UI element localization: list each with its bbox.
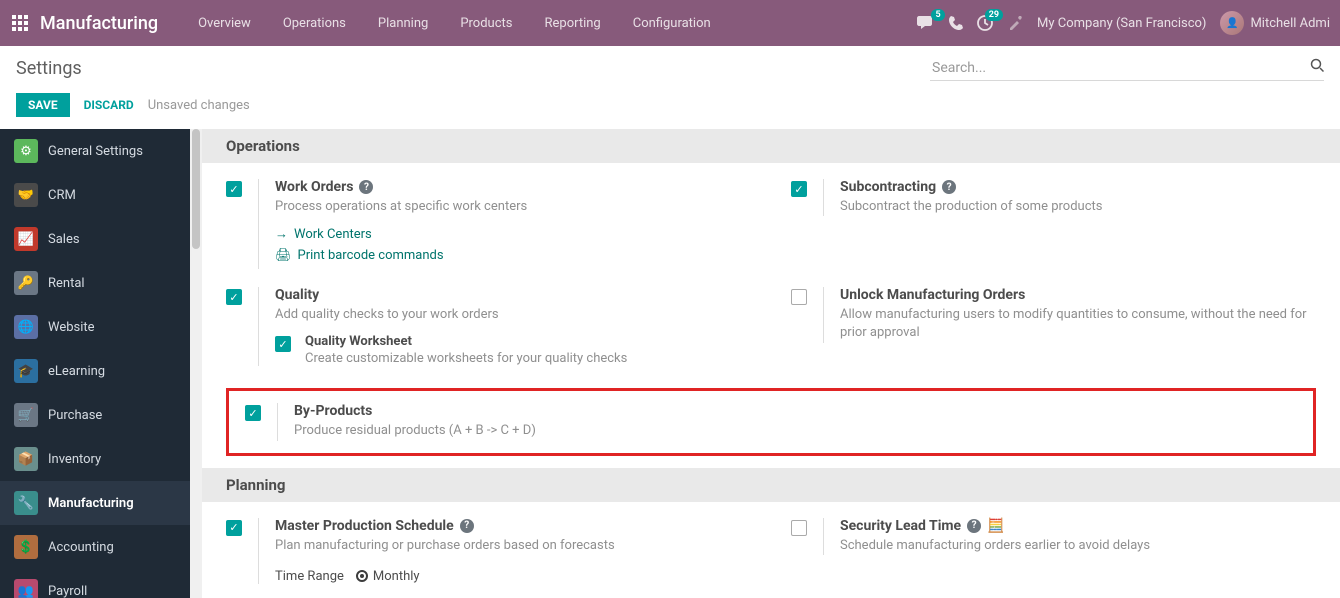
opt-desc-security: Schedule manufacturing orders earlier to… [840, 537, 1316, 555]
checkbox-security-lead[interactable] [791, 520, 807, 536]
sidebar-item-purchase[interactable]: 🛒 Purchase [0, 393, 190, 437]
graduation-icon: 🎓 [14, 359, 38, 383]
time-range-label: Time Range [275, 569, 344, 584]
globe-icon: 🌐 [14, 315, 38, 339]
wrench-icon: 🔧 [14, 491, 38, 515]
search-input[interactable] [930, 56, 1324, 81]
apps-icon[interactable] [0, 15, 40, 31]
link-work-centers[interactable]: →Work Centers [275, 226, 751, 242]
settings-sidebar: ⚙ General Settings 🤝 CRM 📈 Sales 🔑 Rental 🌐 W… [0, 129, 190, 598]
sidebar-item-label: Manufacturing [48, 496, 134, 511]
radio-monthly[interactable]: Monthly [356, 569, 420, 584]
opt-title-unlock: Unlock Manufacturing Orders [840, 287, 1025, 303]
module-name[interactable]: Manufacturing [40, 13, 182, 34]
chart-icon: 📈 [14, 227, 38, 251]
nav-overview[interactable]: Overview [182, 2, 267, 45]
sidebar-item-label: CRM [48, 188, 76, 203]
nav-configuration[interactable]: Configuration [617, 2, 727, 45]
page-title: Settings [16, 58, 82, 79]
avatar: 👤 [1220, 11, 1244, 35]
calculator-icon[interactable]: 🧮 [987, 518, 1004, 534]
sidebar-item-crm[interactable]: 🤝 CRM [0, 173, 190, 217]
help-icon[interactable]: ? [359, 180, 373, 194]
save-button[interactable]: SAVE [16, 93, 70, 117]
nav-products[interactable]: Products [444, 2, 528, 45]
sidebar-item-manufacturing[interactable]: 🔧 Manufacturing [0, 481, 190, 525]
sidebar-item-website[interactable]: 🌐 Website [0, 305, 190, 349]
user-name: Mitchell Admi [1250, 16, 1330, 31]
byproducts-highlight: ✓ By-Products Produce residual products … [226, 388, 1316, 455]
tools-icon[interactable] [1007, 15, 1023, 31]
checkbox-unlock[interactable] [791, 289, 807, 305]
sidebar-item-label: Inventory [48, 452, 101, 467]
phone-icon[interactable] [949, 16, 963, 30]
subopt-desc-quality-worksheet: Create customizable worksheets for your … [305, 351, 627, 366]
sidebar-item-elearning[interactable]: 🎓 eLearning [0, 349, 190, 393]
opt-desc-unlock: Allow manufacturing users to modify quan… [840, 306, 1316, 342]
sidebar-scrollbar[interactable] [190, 129, 202, 598]
help-icon[interactable]: ? [942, 180, 956, 194]
checkbox-work-orders[interactable]: ✓ [226, 181, 242, 197]
sidebar-item-general-settings[interactable]: ⚙ General Settings [0, 129, 190, 173]
sidebar-item-accounting[interactable]: 💲 Accounting [0, 525, 190, 569]
help-icon[interactable]: ? [967, 519, 981, 533]
help-icon[interactable]: ? [460, 519, 474, 533]
gear-icon: ⚙ [14, 139, 38, 163]
opt-desc-mps: Plan manufacturing or purchase orders ba… [275, 537, 751, 555]
sidebar-item-label: Website [48, 320, 95, 335]
sidebar-item-label: General Settings [48, 144, 143, 159]
opt-title-byproducts: By-Products [294, 403, 372, 419]
people-icon: 👥 [14, 579, 38, 598]
sidebar-item-label: Payroll [48, 584, 87, 598]
sidebar-item-label: eLearning [48, 364, 105, 379]
section-operations: Operations [202, 129, 1340, 163]
activity-badge: 29 [985, 9, 1003, 21]
checkbox-quality-worksheet[interactable]: ✓ [275, 336, 291, 352]
sidebar-item-sales[interactable]: 📈 Sales [0, 217, 190, 261]
section-planning: Planning [202, 468, 1340, 502]
sidebar-item-label: Purchase [48, 408, 102, 423]
opt-title-work-orders: Work Orders [275, 179, 353, 195]
sidebar-item-rental[interactable]: 🔑 Rental [0, 261, 190, 305]
sidebar-item-inventory[interactable]: 📦 Inventory [0, 437, 190, 481]
discard-button[interactable]: DISCARD [84, 98, 134, 112]
checkbox-mps[interactable]: ✓ [226, 520, 242, 536]
link-print-barcode[interactable]: 🖨Print barcode commands [275, 248, 751, 263]
cart-icon: 🛒 [14, 403, 38, 427]
handshake-icon: 🤝 [14, 183, 38, 207]
sidebar-item-label: Accounting [48, 540, 114, 555]
user-menu[interactable]: 👤 Mitchell Admi [1220, 11, 1330, 35]
checkbox-byproducts[interactable]: ✓ [245, 405, 261, 421]
opt-title-subcontracting: Subcontracting [840, 179, 936, 195]
company-selector[interactable]: My Company (San Francisco) [1037, 16, 1206, 31]
box-icon: 📦 [14, 447, 38, 471]
nav-operations[interactable]: Operations [267, 2, 362, 45]
sidebar-item-label: Sales [48, 232, 80, 247]
search-icon[interactable] [1310, 58, 1324, 72]
nav-planning[interactable]: Planning [362, 2, 444, 45]
checkbox-subcontracting[interactable]: ✓ [791, 181, 807, 197]
opt-desc-byproducts: Produce residual products (A + B -> C + … [294, 422, 1297, 440]
subopt-title-quality-worksheet: Quality Worksheet [305, 334, 627, 349]
print-icon: 🖨 [275, 248, 292, 263]
unsaved-text: Unsaved changes [148, 98, 250, 113]
opt-desc-quality: Add quality checks to your work orders [275, 306, 751, 324]
sidebar-item-label: Rental [48, 276, 85, 291]
opt-title-security: Security Lead Time [840, 518, 961, 534]
activity-icon[interactable]: 29 [977, 15, 993, 31]
opt-title-mps: Master Production Schedule [275, 518, 454, 534]
checkbox-quality[interactable]: ✓ [226, 289, 242, 305]
sidebar-item-payroll[interactable]: 👥 Payroll [0, 569, 190, 598]
key-icon: 🔑 [14, 271, 38, 295]
chat-icon[interactable]: 5 [917, 15, 935, 31]
opt-title-quality: Quality [275, 287, 319, 303]
chat-badge: 5 [931, 9, 945, 21]
opt-desc-work-orders: Process operations at specific work cent… [275, 198, 751, 216]
nav-reporting[interactable]: Reporting [529, 2, 617, 45]
money-icon: 💲 [14, 535, 38, 559]
opt-desc-subcontracting: Subcontract the production of some produ… [840, 198, 1316, 216]
